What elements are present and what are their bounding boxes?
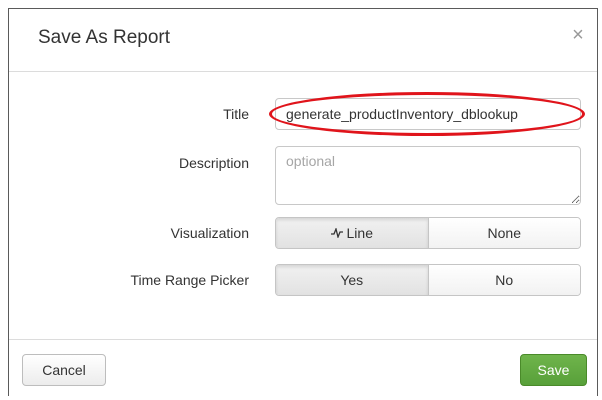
visualization-toggle: Line None <box>275 217 581 249</box>
time-range-option-yes[interactable]: Yes <box>276 265 428 295</box>
time-range-option-yes-label: Yes <box>340 272 364 288</box>
title-label: Title <box>223 106 249 122</box>
time-range-option-no-label: No <box>495 272 514 288</box>
line-chart-icon <box>330 228 343 238</box>
cancel-button[interactable]: Cancel <box>22 354 106 386</box>
visualization-option-line-label: Line <box>346 225 373 241</box>
time-range-picker-toggle: Yes No <box>275 264 581 296</box>
visualization-option-none-label: None <box>487 225 521 241</box>
save-button[interactable]: Save <box>520 354 587 386</box>
dialog-header: Save As Report × <box>9 9 597 72</box>
time-range-picker-label: Time Range Picker <box>130 272 249 288</box>
close-icon[interactable]: × <box>569 25 587 45</box>
title-input[interactable] <box>275 98 581 130</box>
dialog-footer: Cancel Save <box>9 339 597 396</box>
visualization-option-none[interactable]: None <box>427 218 580 248</box>
save-as-report-dialog: Save As Report × Title Description Visua… <box>8 8 598 396</box>
visualization-label: Visualization <box>170 225 249 241</box>
description-label: Description <box>178 155 249 171</box>
dialog-title: Save As Report <box>38 27 171 48</box>
time-range-option-no[interactable]: No <box>427 265 580 295</box>
description-textarea[interactable] <box>275 146 581 205</box>
visualization-option-line[interactable]: Line <box>276 218 428 248</box>
